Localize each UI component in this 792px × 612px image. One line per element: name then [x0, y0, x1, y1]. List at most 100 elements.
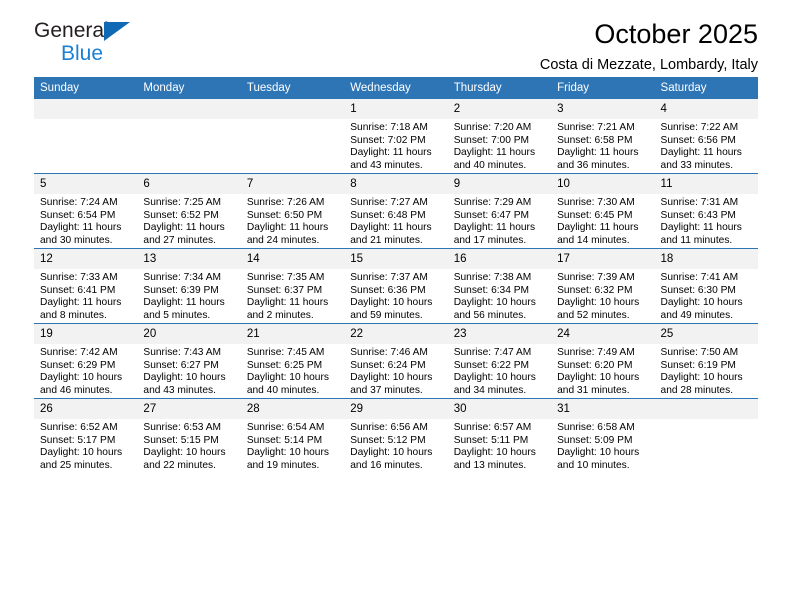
day-sun-info: Sunrise: 7:33 AM Sunset: 6:41 PM Daylight:… — [34, 269, 137, 322]
calendar-day-cell[interactable]: 29 Sunrise: 6:56 AM Sunset: 5:12 PM Dayligh… — [344, 398, 448, 473]
sunset-text: Sunset: 6:19 PM — [660, 359, 736, 371]
sunset-text: Sunset: 6:34 PM — [453, 284, 530, 296]
calendar-day-cell[interactable]: 15 Sunrise: 7:37 AM Sunset: 6:36 PM Dayligh… — [344, 248, 448, 324]
page-title: October 2025 — [594, 19, 758, 49]
calendar-day-cell[interactable]: 4 Sunrise: 7:22 AM Sunset: 6:56 PM Daylight… — [654, 99, 758, 174]
calendar-day-cell[interactable]: 26 Sunrise: 6:52 AM Sunset: 5:17 PM Dayligh… — [34, 398, 138, 473]
sunset-text: Sunset: 6:54 PM — [40, 209, 116, 221]
daylight-text-2: Daylight: 10 hours — [660, 372, 743, 384]
calendar-day-cell[interactable]: 12 Sunrise: 7:33 AM Sunset: 6:41 PM Dayligh… — [34, 248, 138, 324]
sunset-text: Sunset: 6:41 PM — [40, 284, 116, 296]
daylight-text-2: Daylight: 10 hours — [350, 297, 433, 309]
calendar-day-cell[interactable]: 11 Sunrise: 7:31 AM Sunset: 6:43 PM Dayligh… — [654, 173, 758, 249]
sunset-text: Sunset: 6:36 PM — [350, 284, 426, 296]
daylight-text-3: and 33 minutes. — [660, 159, 734, 171]
daylight-text-2: Daylight: 10 hours — [660, 297, 743, 309]
sunrise-text: Sunrise: 7:24 AM — [40, 197, 118, 208]
day-sun-info: Sunrise: 7:31 AM Sunset: 6:43 PM Daylight:… — [655, 194, 758, 247]
calendar-day-cell[interactable]: 20 Sunrise: 7:43 AM Sunset: 6:27 PM Dayligh… — [137, 323, 241, 399]
sunrise-text: Sunrise: 7:41 AM — [660, 272, 739, 283]
calendar-day-cell[interactable]: 19 Sunrise: 7:42 AM Sunset: 6:29 PM Dayligh… — [34, 323, 138, 399]
daylight-text-2: Daylight: 10 hours — [557, 372, 640, 384]
title-block: October 2025 Costa di Mezzate, Lombardy,… — [540, 18, 758, 75]
daylight-text-2: Daylight: 10 hours — [557, 297, 640, 309]
daylight-text-2: Daylight: 11 hours — [40, 222, 122, 234]
daylight-text-3: and 28 minutes. — [660, 384, 734, 396]
sunrise-text: Sunrise: 7:25 AM — [143, 197, 222, 208]
calendar-day-cell[interactable]: 23 Sunrise: 7:47 AM Sunset: 6:22 PM Dayligh… — [447, 323, 552, 399]
day-number: 8 — [344, 174, 448, 194]
day-sun-info: Sunrise: 6:57 AM Sunset: 5:11 PM Daylight:… — [448, 419, 551, 472]
calendar-day-cell[interactable]: 1 Sunrise: 7:18 AM Sunset: 7:02 PM Daylight… — [344, 99, 448, 174]
day-sun-info: Sunrise: 7:18 AM Sunset: 7:02 PM Daylight:… — [344, 119, 447, 172]
calendar-day-cell[interactable]: 31 Sunrise: 6:58 AM Sunset: 5:09 PM Dayligh… — [551, 398, 655, 473]
weekday-header-tuesday: Tuesday — [240, 77, 345, 99]
sunrise-text: Sunrise: 7:50 AM — [660, 347, 739, 358]
sunrise-text: Sunrise: 6:58 AM — [557, 422, 635, 433]
calendar-day-cell[interactable]: 27 Sunrise: 6:53 AM Sunset: 5:15 PM Dayligh… — [137, 398, 241, 473]
day-number: 30 — [447, 399, 552, 419]
calendar-day-cell-empty — [137, 99, 241, 174]
sunset-text: Sunset: 6:29 PM — [40, 359, 116, 371]
day-number: 1 — [344, 99, 448, 119]
page-header: General Blue October 2025 Costa di Mezza… — [34, 0, 758, 74]
calendar-day-cell[interactable]: 13 Sunrise: 7:34 AM Sunset: 6:39 PM Dayligh… — [137, 248, 241, 324]
sunrise-text: Sunrise: 7:33 AM — [40, 272, 118, 283]
sunset-text: Sunset: 5:11 PM — [453, 434, 529, 446]
day-sun-info: Sunrise: 7:26 AM Sunset: 6:50 PM Daylight:… — [241, 194, 344, 247]
calendar-day-cell[interactable]: 5 Sunrise: 7:24 AM Sunset: 6:54 PM Daylight… — [34, 173, 138, 249]
daylight-text-2: Daylight: 10 hours — [453, 447, 536, 459]
daylight-text-2: Daylight: 11 hours — [350, 222, 432, 234]
sunset-text: Sunset: 6:24 PM — [350, 359, 426, 371]
sunrise-text: Sunrise: 7:22 AM — [660, 122, 739, 133]
calendar-day-cell[interactable]: 30 Sunrise: 6:57 AM Sunset: 5:11 PM Dayligh… — [447, 398, 552, 473]
calendar-day-cell[interactable]: 22 Sunrise: 7:46 AM Sunset: 6:24 PM Dayligh… — [344, 323, 448, 399]
day-sun-info: Sunrise: 7:24 AM Sunset: 6:54 PM Daylight:… — [34, 194, 137, 247]
calendar-day-cell-empty — [240, 99, 345, 174]
sunrise-text: Sunrise: 7:45 AM — [246, 347, 325, 358]
calendar-day-cell[interactable]: 16 Sunrise: 7:38 AM Sunset: 6:34 PM Dayligh… — [447, 248, 552, 324]
daylight-text-3: and 43 minutes. — [350, 159, 423, 171]
sunset-text: Sunset: 6:43 PM — [660, 209, 736, 221]
sunset-text: Sunset: 6:25 PM — [246, 359, 323, 371]
sunset-text: Sunset: 6:22 PM — [453, 359, 530, 371]
calendar-day-cell[interactable]: 9 Sunrise: 7:29 AM Sunset: 6:47 PM Daylight… — [447, 173, 552, 249]
sunrise-text: Sunrise: 7:18 AM — [350, 122, 428, 133]
day-number: 24 — [551, 324, 655, 344]
day-number — [240, 99, 345, 119]
daylight-text-3: and 37 minutes. — [350, 384, 423, 396]
calendar-day-cell[interactable]: 10 Sunrise: 7:30 AM Sunset: 6:45 PM Dayligh… — [551, 173, 655, 249]
day-sun-info: Sunrise: 7:47 AM Sunset: 6:22 PM Daylight:… — [448, 344, 551, 397]
logo-text-blue: Blue — [61, 42, 104, 65]
sunrise-text: Sunrise: 7:46 AM — [350, 347, 428, 358]
daylight-text-3: and 5 minutes. — [143, 309, 211, 321]
calendar-day-cell[interactable]: 21 Sunrise: 7:45 AM Sunset: 6:25 PM Dayligh… — [240, 323, 345, 399]
day-sun-info: Sunrise: 7:30 AM Sunset: 6:45 PM Daylight:… — [551, 194, 654, 247]
calendar-day-cell[interactable]: 6 Sunrise: 7:25 AM Sunset: 6:52 PM Daylight… — [137, 173, 241, 249]
calendar-day-cell[interactable]: 25 Sunrise: 7:50 AM Sunset: 6:19 PM Dayligh… — [654, 323, 758, 399]
calendar-day-cell[interactable]: 18 Sunrise: 7:41 AM Sunset: 6:30 PM Dayligh… — [654, 248, 758, 324]
calendar-day-cell[interactable]: 7 Sunrise: 7:26 AM Sunset: 6:50 PM Daylight… — [240, 173, 345, 249]
calendar-day-cell[interactable]: 28 Sunrise: 6:54 AM Sunset: 5:14 PM Dayligh… — [240, 398, 345, 473]
sunrise-text: Sunrise: 6:54 AM — [246, 422, 325, 433]
calendar-day-cell[interactable]: 17 Sunrise: 7:39 AM Sunset: 6:32 PM Dayligh… — [551, 248, 655, 324]
sunrise-text: Sunrise: 6:57 AM — [453, 422, 532, 433]
day-sun-info: Sunrise: 6:58 AM Sunset: 5:09 PM Daylight:… — [551, 419, 654, 472]
daylight-text-2: Daylight: 11 hours — [453, 147, 536, 159]
daylight-text-2: Daylight: 11 hours — [40, 297, 122, 309]
day-number: 12 — [34, 249, 138, 269]
calendar-day-cell[interactable]: 24 Sunrise: 7:49 AM Sunset: 6:20 PM Dayligh… — [551, 323, 655, 399]
logo-triangle-icon — [104, 22, 130, 41]
daylight-text-2: Daylight: 10 hours — [246, 372, 329, 384]
daylight-text-3: and 2 minutes. — [246, 309, 314, 321]
day-number: 29 — [344, 399, 448, 419]
day-number: 13 — [137, 249, 241, 269]
calendar-day-cell[interactable]: 2 Sunrise: 7:20 AM Sunset: 7:00 PM Daylight… — [447, 99, 552, 174]
calendar-day-cell[interactable]: 8 Sunrise: 7:27 AM Sunset: 6:48 PM Daylight… — [344, 173, 448, 249]
calendar-day-cell[interactable]: 14 Sunrise: 7:35 AM Sunset: 6:37 PM Dayligh… — [240, 248, 345, 324]
day-number: 2 — [447, 99, 552, 119]
daylight-text-2: Daylight: 10 hours — [350, 447, 433, 459]
sunrise-text: Sunrise: 7:31 AM — [660, 197, 739, 208]
day-number: 26 — [34, 399, 138, 419]
calendar-day-cell[interactable]: 3 Sunrise: 7:21 AM Sunset: 6:58 PM Daylight… — [551, 99, 655, 174]
